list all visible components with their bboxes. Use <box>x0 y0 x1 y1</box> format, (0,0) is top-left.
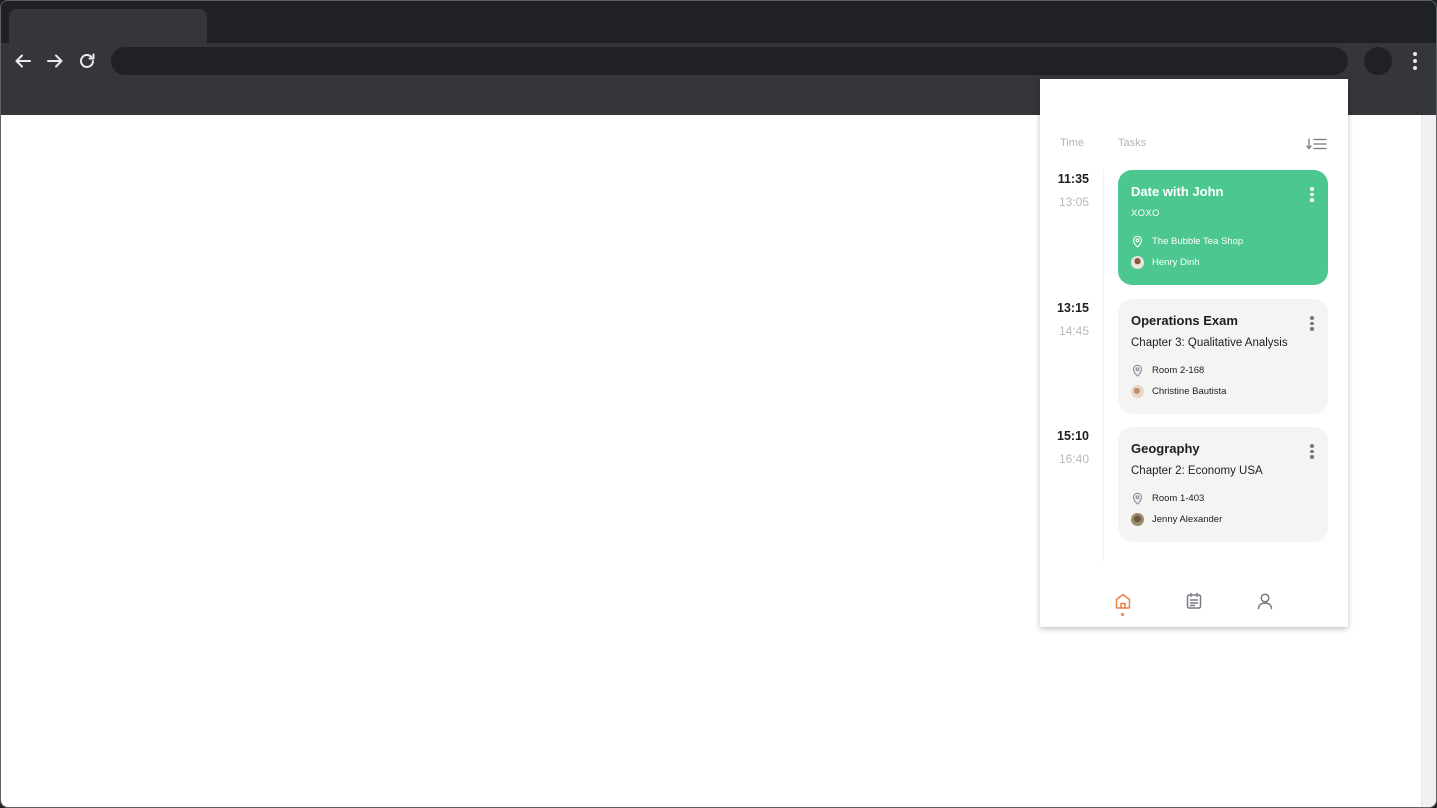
page-scrollbar[interactable] <box>1421 115 1436 807</box>
start-time: 13:15 <box>1057 301 1089 315</box>
avatar <box>1131 513 1144 526</box>
task-person: Henry Dinh <box>1131 256 1200 269</box>
location-text: The Bubble Tea Shop <box>1152 236 1244 247</box>
calendar-icon <box>1186 592 1202 609</box>
task-location: The Bubble Tea Shop <box>1131 235 1243 248</box>
tab-strip <box>1 1 1436 43</box>
task-person: Christine Bautista <box>1131 385 1226 398</box>
address-bar[interactable] <box>111 47 1348 75</box>
task-title: Date with John <box>1131 184 1224 199</box>
end-time: 16:40 <box>1058 452 1089 466</box>
bottom-navigation <box>1040 589 1348 627</box>
task-location: Room 2-168 <box>1131 364 1204 377</box>
task-card[interactable]: Operations Exam Chapter 3: Qualitative A… <box>1118 299 1328 414</box>
schedule-panel: Time Tasks 11:35 13:05 Date with John XO… <box>1040 79 1348 627</box>
task-subtitle: Chapter 3: Qualitative Analysis <box>1131 337 1288 349</box>
start-time: 11:35 <box>1057 172 1089 186</box>
more-options-button[interactable] <box>1310 316 1314 331</box>
arrow-right-icon <box>47 54 63 68</box>
person-name: Christine Bautista <box>1152 386 1227 397</box>
task-title: Operations Exam <box>1131 313 1238 328</box>
more-options-button[interactable] <box>1310 444 1314 459</box>
location-pin-icon <box>1132 364 1143 377</box>
end-time: 13:05 <box>1058 195 1089 209</box>
task-title: Geography <box>1131 441 1200 456</box>
time-column-header: Time <box>1060 137 1085 149</box>
active-indicator <box>1121 613 1124 616</box>
person-name: Jenny Alexander <box>1152 514 1223 525</box>
more-options-button[interactable] <box>1310 187 1314 202</box>
avatar <box>1131 385 1144 398</box>
start-time: 15:10 <box>1057 429 1089 443</box>
end-time: 14:45 <box>1058 324 1089 338</box>
task-card[interactable]: Date with John XOXO The Bubble Tea Shop … <box>1118 170 1328 285</box>
tasks-column-header: Tasks <box>1118 137 1147 149</box>
task-card[interactable]: Geography Chapter 2: Economy USA Room 1-… <box>1118 427 1328 542</box>
task-person: Jenny Alexander <box>1131 513 1222 526</box>
browser-tab[interactable] <box>9 9 207 43</box>
browser-window: Time Tasks 11:35 13:05 Date with John XO… <box>0 0 1437 808</box>
reload-icon <box>80 53 95 68</box>
avatar <box>1131 256 1144 269</box>
nav-calendar[interactable] <box>1184 591 1204 611</box>
location-pin-icon <box>1132 235 1143 248</box>
profile-button[interactable] <box>1364 47 1392 75</box>
forward-button[interactable] <box>43 49 67 73</box>
reload-button[interactable] <box>75 49 99 73</box>
browser-menu-button[interactable] <box>1407 49 1423 73</box>
arrow-left-icon <box>15 54 31 68</box>
vertical-dots-icon <box>1413 52 1417 56</box>
task-location: Room 1-403 <box>1131 492 1204 505</box>
back-button[interactable] <box>11 49 35 73</box>
person-name: Henry Dinh <box>1152 257 1200 268</box>
location-pin-icon <box>1132 492 1143 505</box>
nav-profile[interactable] <box>1255 591 1275 611</box>
sort-icon[interactable] <box>1306 136 1328 152</box>
location-text: Room 1-403 <box>1152 493 1205 504</box>
task-subtitle: Chapter 2: Economy USA <box>1131 465 1263 477</box>
task-subtitle: XOXO <box>1131 208 1160 219</box>
timeline-divider <box>1103 169 1104 561</box>
profile-icon <box>1257 593 1273 610</box>
home-icon <box>1115 593 1131 609</box>
nav-home[interactable] <box>1113 591 1133 611</box>
location-text: Room 2-168 <box>1152 365 1205 376</box>
